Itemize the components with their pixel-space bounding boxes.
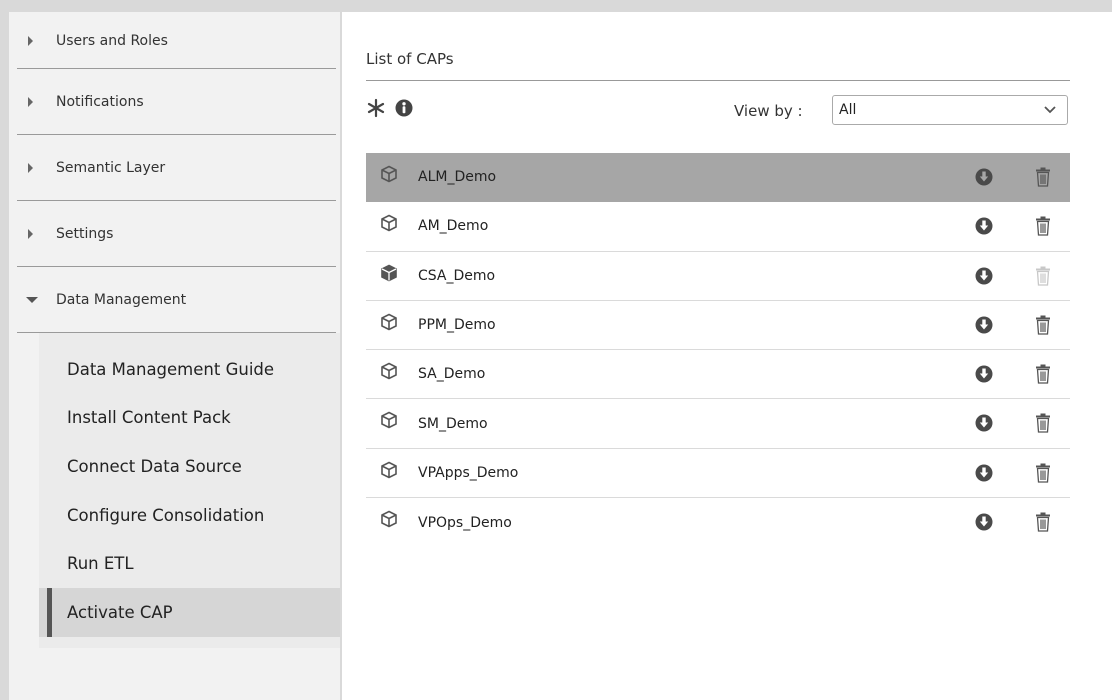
page-title: List of CAPs: [366, 50, 454, 68]
download-icon[interactable]: [975, 464, 993, 486]
download-icon[interactable]: [975, 414, 993, 436]
download-icon[interactable]: [975, 217, 993, 239]
cap-name: CSA_Demo: [418, 267, 496, 284]
trash-disabled-icon: [1034, 266, 1052, 290]
sidebar-item-install-content-pack[interactable]: Install Content Pack: [39, 394, 340, 443]
view-by-select[interactable]: All: [832, 95, 1068, 125]
cap-row-sm-demo[interactable]: SM_Demo: [366, 399, 1070, 449]
sidebar-item-label: Data Management Guide: [67, 359, 275, 379]
cap-row-alm-demo[interactable]: ALM_Demo: [366, 153, 1070, 203]
sidebar-item-label: Configure Consolidation: [67, 505, 265, 525]
view-by-label: View by :: [734, 102, 803, 120]
nav-section-semantic-layer[interactable]: Semantic Layer: [9, 135, 340, 201]
cap-name: PPM_Demo: [418, 317, 496, 334]
main-panel: List of CAPs View by : All ALM_Demo AM_D…: [342, 12, 1112, 700]
cap-name: VPOps_Demo: [418, 514, 512, 531]
cube-icon: [380, 362, 398, 384]
download-icon[interactable]: [975, 513, 993, 535]
download-icon[interactable]: [975, 316, 993, 338]
caret-right-icon: [28, 97, 33, 107]
sidebar-item-label: Install Content Pack: [67, 408, 231, 428]
caret-right-icon: [28, 229, 33, 239]
cap-row-vpapps-demo[interactable]: VPApps_Demo: [366, 449, 1070, 499]
trash-icon[interactable]: [1034, 463, 1052, 487]
nav-section-label: Data Management: [56, 292, 187, 308]
sidebar-item-label: Activate CAP: [67, 602, 173, 622]
sidebar-item-activate-cap[interactable]: Activate CAP: [39, 587, 340, 637]
cube-icon: [380, 411, 398, 433]
caret-right-icon: [28, 35, 33, 46]
trash-icon[interactable]: [1034, 167, 1052, 191]
trash-icon[interactable]: [1034, 315, 1052, 339]
cap-name: VPApps_Demo: [418, 464, 519, 481]
nav-section-settings[interactable]: Settings: [9, 201, 340, 267]
title-divider: [366, 80, 1070, 81]
cap-name: AM_Demo: [418, 218, 489, 235]
nav-section-label: Notifications: [56, 94, 144, 110]
nav-section-label: Settings: [56, 226, 114, 242]
nav-section-label: Semantic Layer: [56, 160, 166, 176]
info-icon[interactable]: [394, 98, 414, 122]
caret-right-icon: [28, 163, 33, 173]
cap-name: ALM_Demo: [418, 169, 497, 186]
cap-row-csa-demo[interactable]: CSA_Demo: [366, 252, 1070, 301]
trash-icon[interactable]: [1034, 216, 1052, 240]
nav-section-label: Users and Roles: [56, 32, 168, 49]
data-management-submenu: Data Management Guide Install Content Pa…: [39, 333, 340, 648]
cap-row-ppm-demo[interactable]: PPM_Demo: [366, 301, 1070, 351]
cap-list: ALM_Demo AM_Demo CSA_Demo PPM_Demo SA_De…: [366, 153, 1070, 547]
cap-row-sa-demo[interactable]: SA_Demo: [366, 350, 1070, 400]
caret-down-icon: [26, 297, 38, 303]
sidebar-item-connect-data-source[interactable]: Connect Data Source: [39, 442, 340, 491]
cube-icon: [380, 165, 398, 187]
sidebar-item-configure-consolidation[interactable]: Configure Consolidation: [39, 491, 340, 540]
view-by-value: All: [839, 102, 857, 118]
cap-row-am-demo[interactable]: AM_Demo: [366, 202, 1070, 252]
download-icon[interactable]: [975, 168, 993, 190]
nav-section-users-and-roles[interactable]: Users and Roles: [9, 0, 340, 69]
trash-icon[interactable]: [1034, 413, 1052, 437]
trash-icon[interactable]: [1034, 364, 1052, 388]
sidebar-item-label: Run ETL: [67, 554, 134, 574]
nav-section-data-management[interactable]: Data Management: [9, 267, 340, 333]
cap-row-vpops-demo[interactable]: VPOps_Demo: [366, 498, 1070, 547]
nav-section-notifications[interactable]: Notifications: [9, 69, 340, 135]
sidebar: Users and Roles Notifications Semantic L…: [9, 12, 340, 700]
cube-icon: [380, 510, 398, 532]
asterisk-icon[interactable]: [366, 98, 386, 122]
trash-icon[interactable]: [1034, 512, 1052, 536]
download-icon[interactable]: [975, 365, 993, 387]
sidebar-item-run-etl[interactable]: Run ETL: [39, 539, 340, 588]
sidebar-item-data-management-guide[interactable]: Data Management Guide: [39, 345, 340, 394]
sidebar-item-label: Connect Data Source: [67, 456, 242, 476]
cube-icon: [380, 214, 398, 236]
cube-solid-icon: [380, 264, 398, 286]
cap-name: SA_Demo: [418, 366, 486, 383]
cube-icon: [380, 461, 398, 483]
cap-name: SM_Demo: [418, 415, 488, 432]
cube-icon: [380, 313, 398, 335]
download-icon[interactable]: [975, 267, 993, 289]
chevron-down-icon: [1043, 102, 1057, 120]
